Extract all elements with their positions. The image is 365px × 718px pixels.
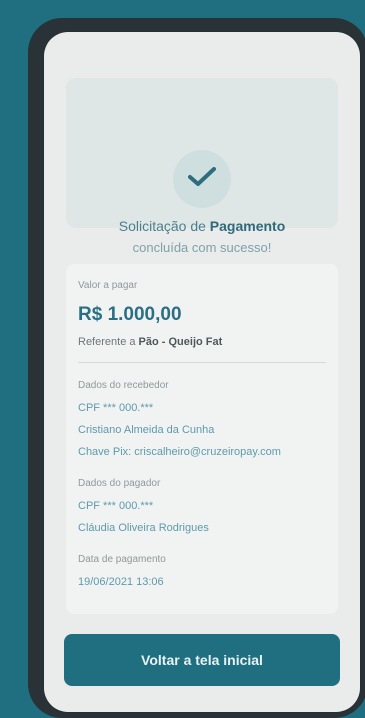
reference-label: Referente a xyxy=(78,336,136,348)
schedule-label: Data de pagamento xyxy=(78,554,166,565)
reference-value: Pão - Queijo Fat xyxy=(138,336,223,348)
schedule-value: 19/06/2021 13:06 xyxy=(78,576,164,588)
divider xyxy=(78,362,326,363)
payer-label: Dados do pagador xyxy=(78,478,161,489)
payer-cpf: CPF *** 000.*** xyxy=(78,500,154,512)
payment-amount: R$ 1.000,00 xyxy=(78,304,182,325)
total-label: Valor a pagar xyxy=(78,280,138,291)
payment-result-card: Solicitação de Pagamento concluída com s… xyxy=(44,32,360,712)
hero-title-bold: Pagamento xyxy=(209,218,286,234)
success-hero: Solicitação de Pagamento concluída com s… xyxy=(66,78,338,255)
payer-name: Cláudia Oliveira Rodrigues xyxy=(78,522,209,534)
check-icon xyxy=(173,150,231,208)
receiver-pix-key: Chave Pix: criscalheiro@cruzeiropay.com xyxy=(78,446,281,458)
receiver-cpf: CPF *** 000.*** xyxy=(78,402,154,414)
hero-subtitle: concluída com sucesso! xyxy=(132,240,272,255)
back-home-button[interactable]: Voltar a tela inicial xyxy=(64,634,340,686)
hero-title: Solicitação de Pagamento xyxy=(66,218,338,234)
payment-details-panel: Valor a pagar R$ 1.000,00 Referente a Pã… xyxy=(66,264,338,614)
checkmark-icon xyxy=(188,167,216,186)
reference-line: Referente a Pão - Queijo Fat xyxy=(78,336,222,348)
receiver-name: Cristiano Almeida da Cunha xyxy=(78,424,215,436)
hero-title-prefix: Solicitação de xyxy=(118,218,206,234)
receiver-label: Dados do recebedor xyxy=(78,380,169,391)
